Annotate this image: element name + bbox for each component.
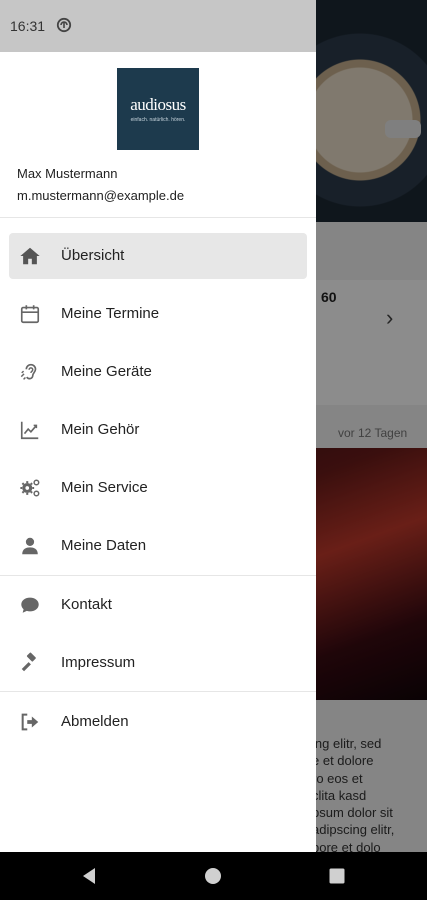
back-icon[interactable] — [79, 866, 99, 886]
divider — [0, 575, 316, 576]
menu-item-meine-daten[interactable]: Meine Daten — [9, 523, 307, 569]
chat-bubble-icon — [21, 597, 39, 613]
menu-item-label: Abmelden — [61, 713, 129, 730]
menu-item-meine-geraete[interactable]: Meine Geräte — [9, 349, 307, 395]
menu-item-label: Mein Service — [61, 479, 148, 496]
menu-item-abmelden[interactable]: Abmelden — [9, 699, 307, 745]
sync-icon — [56, 17, 72, 33]
status-bar: 16:31 — [0, 0, 316, 52]
menu-item-meine-termine[interactable]: Meine Termine — [9, 291, 307, 337]
hearing-icon — [20, 363, 37, 380]
home-button-icon[interactable] — [203, 866, 223, 886]
menu-item-kontakt[interactable]: Kontakt — [9, 582, 307, 628]
gears-icon — [20, 479, 40, 497]
audiosus-logo: audiosus einfach. natürlich. hören. — [117, 68, 199, 150]
menu-item-label: Meine Geräte — [61, 363, 152, 380]
person-icon — [22, 537, 38, 555]
logo-tagline: einfach. natürlich. hören. — [130, 117, 186, 123]
system-navigation-bar — [0, 852, 427, 900]
user-email: m.mustermann@example.de — [17, 188, 185, 203]
menu-item-label: Meine Termine — [61, 305, 160, 322]
menu-item-impressum[interactable]: Impressum — [9, 640, 307, 686]
menu-item-label: Übersicht — [61, 247, 125, 264]
menu-item-label: Impressum — [61, 654, 136, 671]
menu-item-mein-gehoer[interactable]: Mein Gehör — [9, 407, 307, 453]
divider — [0, 217, 316, 218]
menu-item-mein-service[interactable]: Mein Service — [9, 465, 307, 511]
menu-item-uebersicht[interactable]: Übersicht — [9, 233, 307, 279]
calendar-icon — [20, 305, 40, 324]
divider — [0, 691, 316, 692]
sign-out-icon — [21, 713, 39, 731]
menu-item-label: Kontakt — [61, 596, 112, 613]
home-icon — [20, 247, 40, 265]
user-name: Max Mustermann — [17, 166, 118, 181]
menu-item-label: Meine Daten — [61, 537, 147, 554]
menu-item-label: Mein Gehör — [61, 421, 140, 438]
gavel-icon — [21, 652, 36, 672]
status-time: 16:31 — [10, 18, 46, 34]
recents-icon[interactable] — [327, 866, 347, 886]
navigation-drawer: audiosus einfach. natürlich. hören. Max … — [0, 52, 316, 852]
logo-wordmark: audiosus — [130, 95, 186, 114]
chart-icon — [20, 421, 39, 440]
